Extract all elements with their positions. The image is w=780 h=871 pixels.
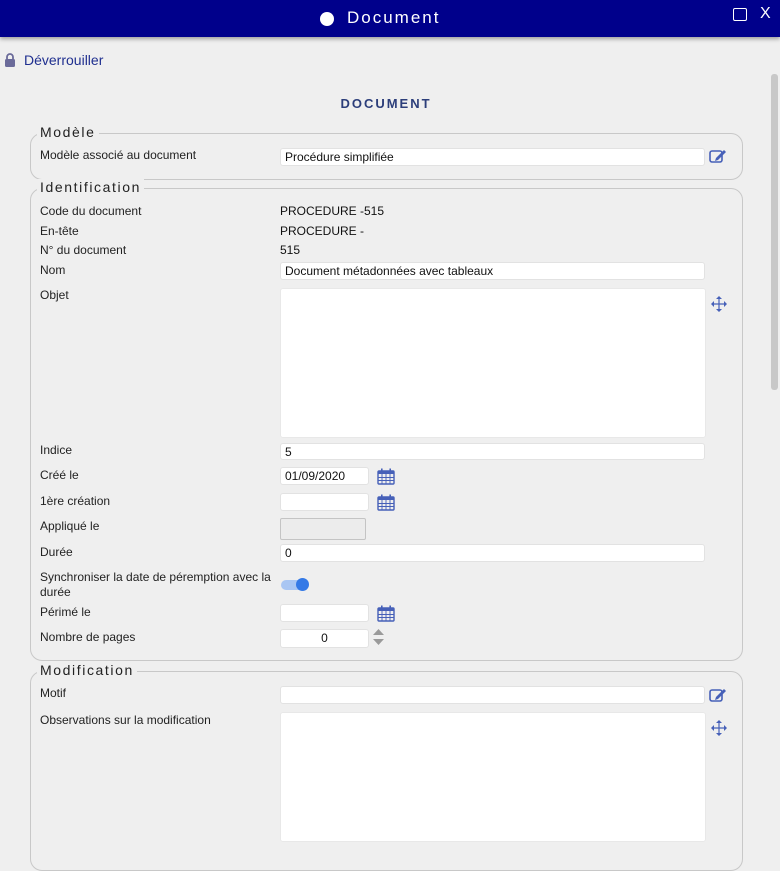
created-label: Créé le bbox=[40, 468, 79, 482]
edit-icon[interactable] bbox=[709, 687, 727, 703]
index-field[interactable]: 5 bbox=[280, 443, 705, 460]
status-dot-icon bbox=[320, 12, 334, 26]
first-creation-label: 1ère création bbox=[40, 494, 111, 508]
template-label: Modèle associé au document bbox=[40, 148, 197, 162]
header-value: PROCEDURE - bbox=[280, 224, 365, 238]
expired-date-field[interactable] bbox=[280, 604, 369, 622]
template-field[interactable]: Procédure simplifiée bbox=[280, 148, 705, 166]
calendar-icon[interactable] bbox=[377, 605, 395, 622]
calendar-icon[interactable] bbox=[377, 468, 395, 485]
pages-field[interactable]: 0 bbox=[280, 629, 369, 648]
applied-date-field bbox=[280, 518, 366, 540]
expired-label: Périmé le bbox=[40, 605, 91, 619]
name-label: Nom bbox=[40, 263, 66, 277]
duration-label: Durée bbox=[40, 545, 73, 559]
sync-label: Synchroniser la date de péremption avec … bbox=[40, 570, 271, 599]
unlock-label: Déverrouiller bbox=[24, 52, 104, 68]
toggle-knob bbox=[296, 578, 309, 591]
header-label: En-tête bbox=[40, 224, 79, 238]
scrollbar[interactable] bbox=[771, 74, 778, 390]
created-date-field[interactable]: 01/09/2020 bbox=[280, 467, 369, 485]
duration-field[interactable]: 0 bbox=[280, 544, 705, 562]
object-textarea[interactable] bbox=[280, 288, 706, 438]
page-title: DOCUMENT bbox=[340, 96, 432, 111]
index-label: Indice bbox=[40, 443, 73, 457]
first-creation-date-field[interactable] bbox=[280, 493, 369, 511]
observations-label: Observations sur la modification bbox=[40, 713, 211, 727]
close-button[interactable]: X bbox=[760, 5, 771, 23]
reason-label: Motif bbox=[40, 686, 67, 700]
name-field[interactable]: Document métadonnées avec tableaux bbox=[280, 262, 705, 280]
section-identification-legend: Identification bbox=[37, 179, 145, 195]
number-value: 515 bbox=[280, 243, 301, 257]
code-label: Code du document bbox=[40, 204, 142, 218]
expand-icon[interactable] bbox=[710, 719, 728, 737]
section-modification-legend: Modification bbox=[37, 662, 137, 678]
code-value: PROCEDURE -515 bbox=[280, 204, 385, 218]
unlock-link[interactable]: Déverrouiller bbox=[4, 52, 103, 68]
number-label: N° du document bbox=[40, 243, 127, 257]
expand-icon[interactable] bbox=[710, 295, 728, 313]
observations-textarea[interactable] bbox=[280, 712, 706, 842]
section-modele-legend: Modèle bbox=[37, 124, 99, 140]
sync-toggle[interactable] bbox=[281, 578, 309, 591]
reason-field[interactable] bbox=[280, 686, 705, 704]
window-titlebar: Document X bbox=[0, 0, 780, 37]
applied-label: Appliqué le bbox=[40, 519, 100, 533]
maximize-icon[interactable] bbox=[733, 8, 747, 21]
edit-icon[interactable] bbox=[709, 148, 727, 164]
pages-label: Nombre de pages bbox=[40, 630, 136, 644]
pages-stepper-icon[interactable] bbox=[372, 628, 385, 646]
calendar-icon[interactable] bbox=[377, 494, 395, 511]
lock-icon bbox=[5, 53, 15, 67]
object-label: Objet bbox=[40, 288, 69, 302]
window-title: Document bbox=[347, 8, 441, 27]
